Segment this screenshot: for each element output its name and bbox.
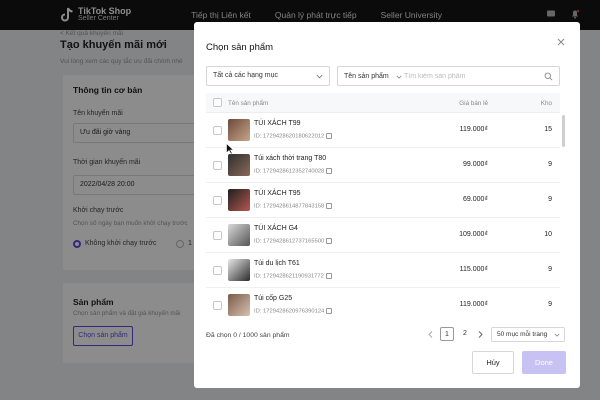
page-button-2[interactable]: 2 [458,327,472,341]
category-select[interactable]: Tất cả các hạng mục [206,66,330,86]
product-name: TÚI XÁCH T95 [254,190,301,197]
chevron-down-icon [316,74,323,79]
product-id-text: ID: 1729428612737165500 [254,238,325,245]
table-header: Tên sản phẩm Giá bán lẻ Kho [206,93,560,113]
done-button[interactable]: Done [522,351,566,374]
product-id: ID: 1729428614877843158 [254,203,333,210]
product-search-bar: Tên sản phẩm [337,66,560,86]
copy-icon[interactable] [326,238,333,244]
product-price: 99.000₫ [462,161,488,168]
chevron-left-icon[interactable] [426,330,435,339]
table-row[interactable]: Túi du lịch T61 ID: 1729428621190931772 … [206,253,560,288]
product-price: 69.000₫ [462,196,488,203]
copy-icon[interactable] [326,133,333,139]
mouse-cursor-icon [226,143,234,155]
per-page-value: 50 mục mỗi trang [497,331,548,338]
copy-icon[interactable] [326,203,333,209]
product-stock: 9 [548,161,552,168]
product-id-text: ID: 1729428621190931772 [254,273,324,280]
choose-product-modal: Chọn sản phẩm Tất cả các hạng mục Tên sả… [194,22,580,388]
table-scrollbar[interactable] [562,115,565,147]
cancel-button[interactable]: Hủy [472,351,514,374]
search-icon[interactable] [544,72,553,81]
product-thumbnail [228,224,250,246]
table-row[interactable]: TÚI XÁCH G4 ID: 1729428612737165500 109.… [206,218,560,253]
product-stock: 10 [544,231,552,238]
chevron-down-icon [396,75,402,79]
product-id: ID: 1729428621190931772 [254,273,332,280]
product-price: 119.000₫ [459,126,488,133]
column-header-price: Giá bán lẻ [459,100,488,107]
column-header-name: Tên sản phẩm [228,100,269,107]
selected-count: Đã chọn 0 / 1000 sản phẩm [206,332,290,339]
copy-icon[interactable] [326,308,333,314]
row-checkbox[interactable] [213,126,222,135]
product-id-text: ID: 1729428612352740028 [254,168,325,175]
close-icon[interactable] [556,37,566,47]
row-checkbox[interactable] [213,266,222,275]
product-name: Túi xách thời trang T80 [254,155,327,162]
product-stock: 9 [548,301,552,308]
search-type-value: Tên sản phẩm [344,72,389,80]
product-name: TÚI XÁCH T99 [254,120,301,127]
chevron-right-icon[interactable] [476,330,485,339]
search-type-select[interactable]: Tên sản phẩm [338,73,404,80]
category-select-value: Tất cả các hạng mục [213,72,278,79]
product-thumbnail [228,294,250,316]
row-checkbox[interactable] [213,196,222,205]
chevron-down-icon [554,333,560,337]
product-id-text: ID: 1729428614877843158 [254,203,325,210]
product-name: Túi du lịch T61 [254,260,300,267]
product-price: 109.000₫ [459,231,488,238]
product-search-input[interactable] [404,72,532,80]
product-stock: 9 [548,196,552,203]
row-checkbox[interactable] [213,231,222,240]
copy-icon[interactable] [326,168,333,174]
product-table-body: TÚI XÁCH T99 ID: 1729428620180622012 119… [206,113,560,322]
table-row[interactable]: TÚI XÁCH T99 ID: 1729428620180622012 119… [206,113,560,148]
table-row[interactable]: Túi cốp G25 ID: 1729428620976390124 119.… [206,288,560,322]
row-checkbox[interactable] [213,161,222,170]
copy-icon[interactable] [325,273,332,279]
product-stock: 15 [544,126,552,133]
product-id-text: ID: 1729428620180622012 [254,133,325,140]
product-id: ID: 1729428620976390124 [254,308,333,315]
product-id: ID: 1729428612737165500 [254,238,333,245]
product-thumbnail [228,154,250,176]
product-price: 115.000₫ [459,266,488,273]
product-price: 119.000₫ [459,301,488,308]
table-row[interactable]: TÚI XÁCH T95 ID: 1729428614877843158 69.… [206,183,560,218]
table-row[interactable]: Túi xách thời trang T80 ID: 172942861235… [206,148,560,183]
per-page-select[interactable]: 50 mục mỗi trang [491,327,565,342]
select-all-checkbox[interactable] [213,98,222,107]
product-id: ID: 1729428620180622012 [254,133,333,140]
row-checkbox[interactable] [213,301,222,310]
product-name: TÚI XÁCH G4 [254,225,298,232]
product-id-text: ID: 1729428620976390124 [254,308,325,315]
column-header-stock: Kho [540,100,552,107]
page-button-1[interactable]: 1 [440,327,454,341]
product-name: Túi cốp G25 [254,295,293,302]
product-thumbnail [228,189,250,211]
product-id: ID: 1729428612352740028 [254,168,333,175]
product-thumbnail [228,119,250,141]
product-stock: 9 [548,266,552,273]
product-thumbnail [228,259,250,281]
modal-title: Chọn sản phẩm [206,42,274,53]
